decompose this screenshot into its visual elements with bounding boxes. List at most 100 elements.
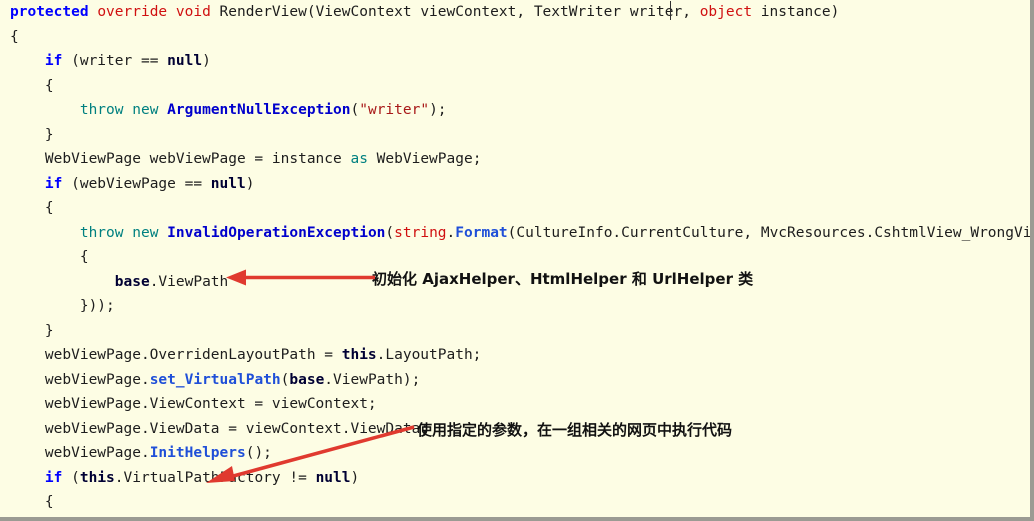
code-token: if (44, 175, 63, 192)
code-token: throw (79, 224, 124, 241)
code-token: ( (385, 224, 395, 241)
code-token: this (79, 469, 115, 486)
code-token: ( (350, 102, 360, 118)
code-token: } (44, 126, 54, 143)
code-token: webViewPage. (44, 371, 150, 388)
code-screenshot: protected override void RenderView(ViewC… (0, 0, 1034, 521)
code-line[interactable]: webViewPage.ViewContext = viewContext; (0, 392, 1030, 417)
code-token: ) (245, 175, 255, 192)
code-token: base (289, 371, 325, 388)
code-token: new (132, 102, 159, 118)
code-line[interactable]: })); (0, 294, 1030, 319)
code-token: ( (62, 469, 80, 486)
code-token: protected (10, 4, 89, 20)
code-line[interactable]: { (0, 245, 1030, 270)
code-token: WebViewPage; (367, 151, 482, 167)
code-token: null (210, 175, 246, 192)
code-line[interactable]: if (webViewPage == null) (0, 172, 1030, 197)
code-token: string (394, 224, 447, 241)
code-token: instance) (752, 4, 840, 20)
code-token: (webViewPage == (62, 175, 211, 192)
code-token: if (44, 53, 63, 69)
code-line[interactable]: { (0, 25, 1030, 50)
code-token: new (132, 224, 159, 241)
text-caret (670, 1, 671, 20)
code-line[interactable]: protected override void RenderView(ViewC… (0, 0, 1030, 25)
code-line[interactable]: throw new InvalidOperationException(stri… (0, 221, 1030, 246)
code-token: ArgumentNullException (167, 102, 351, 118)
code-line[interactable]: if (writer == null) (0, 49, 1030, 74)
code-line[interactable]: webViewPage.InitHelpers(); (0, 441, 1030, 466)
code-token: object (699, 4, 753, 20)
code-line[interactable]: { (0, 490, 1030, 513)
code-token: { (79, 249, 89, 265)
code-token: set_VirtualPath (149, 371, 281, 388)
code-token: .ViewPath (149, 273, 229, 290)
code-line[interactable]: if (this.VirtualPathFactory != null) (0, 466, 1030, 491)
code-token: ); (429, 102, 447, 118)
code-line[interactable]: WebViewPage webViewPage = instance as We… (0, 147, 1030, 172)
code-line[interactable]: webViewPage.set_VirtualPath(base.ViewPat… (0, 368, 1030, 393)
code-token: null (167, 53, 203, 69)
code-token: })); (79, 298, 115, 314)
code-token: void (175, 4, 211, 20)
code-token: { (44, 200, 54, 216)
code-token: base (114, 273, 150, 290)
code-line[interactable]: webViewPage.OverridenLayoutPath = this.L… (0, 343, 1030, 368)
code-token: webViewPage. (44, 445, 150, 461)
code-line[interactable]: } (0, 319, 1030, 344)
code-line[interactable]: throw new ArgumentNullException("writer"… (0, 98, 1030, 123)
code-token: { (10, 28, 19, 45)
code-token: webViewPage.OverridenLayoutPath = (44, 347, 342, 363)
code-token: webViewPage.ViewContext = viewContext; (44, 396, 377, 412)
code-token: { (44, 494, 54, 510)
code-line[interactable]: { (0, 196, 1030, 221)
code-token: if (44, 469, 63, 486)
code-token: InvalidOperationException (167, 224, 386, 241)
annotation-label-init-helpers: 初始化 AjaxHelper、HtmlHelper 和 UrlHelper 类 (372, 270, 754, 288)
code-token: . (446, 224, 456, 241)
code-token: ) (202, 53, 211, 69)
code-line[interactable]: } (0, 123, 1030, 148)
code-token: RenderView(ViewContext viewContext, Text… (210, 4, 700, 20)
code-token: .LayoutPath; (376, 347, 482, 363)
code-token: this (341, 347, 377, 363)
code-token: WebViewPage webViewPage = instance (44, 151, 351, 167)
code-token: .ViewPath); (324, 371, 421, 388)
code-token: (CultureInfo.CurrentCulture, MvcResource… (507, 224, 1030, 241)
code-token: (writer == (62, 53, 168, 69)
code-token: throw (79, 102, 124, 118)
code-token: override (97, 4, 168, 20)
annotation-arrow-execute-page-hierarchy (206, 425, 415, 483)
code-token: "writer" (359, 102, 430, 118)
code-token: { (44, 77, 54, 94)
code-token: as (350, 151, 368, 167)
code-token: Format (455, 224, 508, 241)
code-token: } (44, 322, 54, 339)
code-line[interactable]: { (0, 74, 1030, 99)
